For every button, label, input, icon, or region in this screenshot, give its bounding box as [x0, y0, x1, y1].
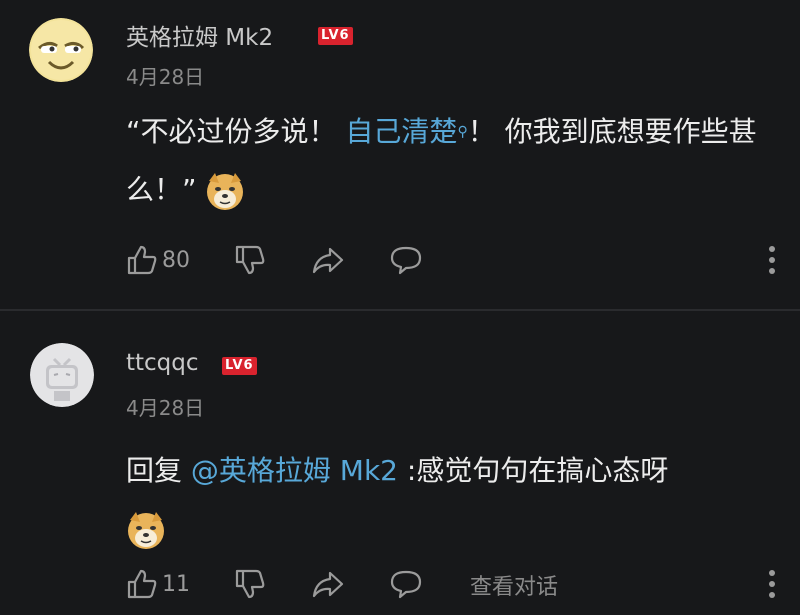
like-count: 11	[162, 571, 190, 597]
username[interactable]: 英格拉姆 Mk2	[126, 18, 273, 52]
comment-text: 回复 @英格拉姆 Mk2 :感觉句句在搞心态呀	[126, 442, 786, 558]
more-options-button[interactable]	[762, 564, 782, 604]
more-vertical-icon	[769, 268, 775, 274]
comment-text: “不必过份多说！ 自己清楚⚲！ 你我到底想要作些甚么！”	[126, 103, 786, 219]
share-icon	[312, 571, 344, 598]
reply-button[interactable]	[388, 242, 424, 278]
comment-item: 英格拉姆 Mk2 LV6 4月28日 “不必过份多说！ 自己清楚⚲！ 你我到底想…	[0, 0, 800, 310]
keyword-search-link[interactable]: 自己清楚	[345, 115, 457, 148]
reply-button[interactable]	[388, 566, 424, 602]
like-count: 80	[162, 247, 190, 273]
more-vertical-icon	[769, 570, 775, 576]
comment-text-part: “不必过份多说！	[126, 115, 346, 148]
comment-icon	[390, 246, 422, 275]
share-icon	[312, 247, 344, 274]
thumbs-down-icon	[235, 569, 265, 599]
avatar[interactable]	[29, 18, 93, 82]
mention-link[interactable]: @英格拉姆 Mk2	[191, 454, 398, 487]
view-conversation-link[interactable]: 查看对话	[470, 569, 558, 601]
avatar-tv-icon	[30, 343, 94, 407]
comment-actions: 11	[124, 564, 424, 604]
level-badge: LV6	[222, 357, 257, 375]
comment-text-part: :感觉句句在搞心态呀	[398, 454, 669, 487]
level-badge: LV6	[318, 27, 353, 45]
username[interactable]: ttcqqc	[126, 350, 199, 376]
more-vertical-icon	[769, 257, 775, 263]
thumbs-up-icon	[127, 569, 157, 599]
avatar-smiley-icon	[29, 18, 93, 82]
dislike-button[interactable]	[232, 242, 268, 278]
thumbs-up-icon	[127, 245, 157, 275]
share-button[interactable]	[310, 242, 346, 278]
more-vertical-icon	[769, 592, 775, 598]
avatar[interactable]	[30, 343, 94, 407]
search-icon: ⚲	[457, 124, 468, 140]
comment-actions: 80	[124, 240, 424, 280]
thumbs-down-icon	[235, 245, 265, 275]
doge-emoji-icon	[126, 510, 166, 550]
doge-emoji-icon	[205, 171, 245, 211]
comment-icon	[390, 570, 422, 599]
dislike-button[interactable]	[232, 566, 268, 602]
comment-date: 4月28日	[126, 396, 205, 420]
comment-date: 4月28日	[126, 65, 205, 89]
more-options-button[interactable]	[762, 240, 782, 280]
reply-prefix: 回复	[126, 454, 191, 487]
comment-item: ttcqqc LV6 4月28日 回复 @英格拉姆 Mk2 :感觉句句在搞心态呀…	[0, 312, 800, 615]
more-vertical-icon	[769, 581, 775, 587]
like-button[interactable]: 80	[124, 242, 190, 278]
like-button[interactable]: 11	[124, 566, 190, 602]
share-button[interactable]	[310, 566, 346, 602]
more-vertical-icon	[769, 246, 775, 252]
